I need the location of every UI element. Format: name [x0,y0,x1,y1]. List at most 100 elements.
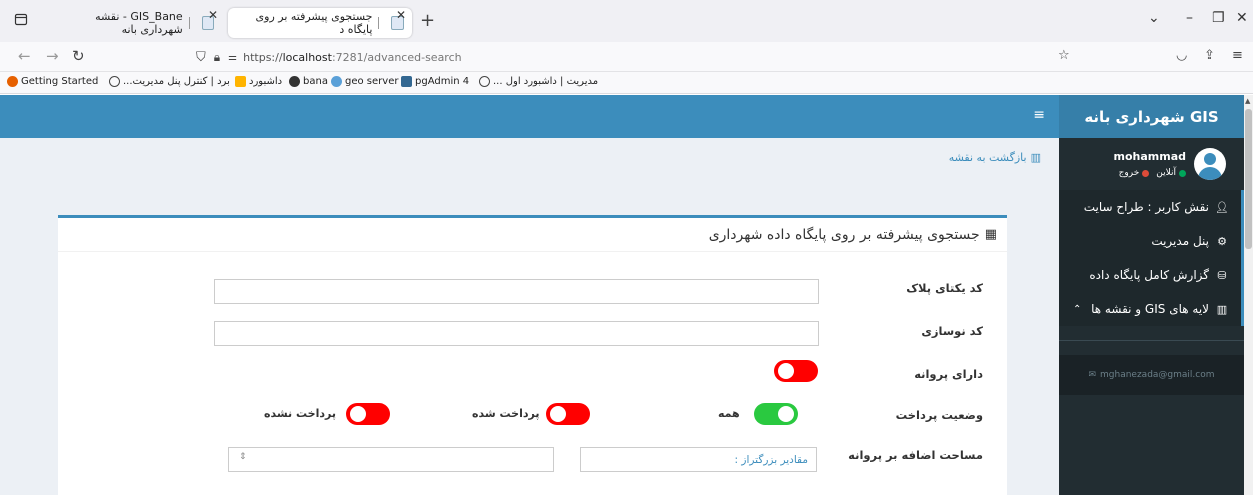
bookmark-control-panel[interactable]: ...برد | کنترل پنل مدیریت [106,76,230,87]
menu-icon[interactable]: ≡ [1232,48,1243,63]
browser-tab-gis[interactable]: GIS_Bane - نقشه شهرداری بانه [42,8,222,38]
sidebar-item-label: گزارش کامل پایگاه داده [1089,268,1209,282]
online-dot-icon [1179,169,1186,177]
bookmarks-bar: Getting Started ...برد | کنترل پنل مدیری… [0,72,1253,94]
url-host: localhost [282,50,332,64]
reload-icon[interactable]: ↻ [72,47,85,65]
grid-icon: ▦ [984,227,997,242]
address-bar[interactable]: ⛉ 🔒︎ ⚌ https:// localhost :7281/advanced… [196,45,1076,69]
sidebar: GIS شهرداری بانه mohammad آنلاین خروج 👤︎… [1059,95,1244,495]
minimize-icon[interactable]: – [1186,10,1193,26]
scroll-thumb[interactable] [1245,109,1252,249]
license-label: دارای پروانه [914,367,983,381]
bookmark-star-icon[interactable]: ☆ [1058,48,1070,63]
restore-icon[interactable]: ❐ [1212,10,1225,26]
pgadmin-icon [401,76,412,87]
email-text: mghanezada@gmail.com [1100,370,1215,380]
share-icon[interactable]: ⇪ [1204,48,1215,63]
payment-unpaid-toggle[interactable] [346,403,390,425]
sidebar-item-label: لایه های GIS و نقشه ها [1091,302,1209,316]
bookmark-first-dashboard[interactable]: ... مدیریت | داشبورد اول [476,76,598,87]
app-header: ≡ [0,95,1059,138]
payment-paid-toggle[interactable] [546,403,590,425]
renovation-code-label: کد نوسازی [921,324,983,338]
browser-navbar: ← → ↻ ⛉ 🔒︎ ⚌ https:// localhost :7281/ad… [0,42,1253,72]
bookmark-label: geo server [345,76,399,87]
avatar [1194,148,1226,180]
user-plus-icon: 👤︎ [1215,200,1229,214]
bookmark-geo-server[interactable]: geo server [328,76,398,87]
payment-status-label: وضعیت پرداخت [895,408,983,422]
chevron-up-icon: ⌃ [1073,303,1082,315]
payment-unpaid-label: پرداخت نشده [264,407,336,420]
sidebar-toggle-icon[interactable]: ≡ [1033,107,1045,123]
extra-area-number-input[interactable]: ⇕ [228,447,554,472]
sidebar-item-user-role[interactable]: 👤︎ نقش کاربر : طراح سایت [1059,190,1241,224]
sidebar-divider [1059,340,1244,341]
payment-paid-label: پرداخت شده [472,407,540,420]
close-tab-icon[interactable]: ✕ [208,8,218,22]
map-icon: ▥ [1030,151,1041,164]
shield-icon: ⛉ [196,49,206,65]
plate-code-input[interactable] [214,279,819,304]
scroll-up-icon[interactable]: ▲ [1245,97,1250,105]
globe-icon [109,76,120,87]
page-scrollbar[interactable]: ▲ [1244,95,1253,495]
url-scheme: https:// [243,50,283,64]
tab-title: جستجوی پیشرفته بر روی پایگاه د [255,10,373,36]
chevron-down-icon[interactable]: ⌄ [1148,10,1160,26]
bookmark-label: داشبورد [249,76,283,87]
payment-all-toggle[interactable] [754,403,798,425]
bookmark-getting-started[interactable]: Getting Started [4,76,98,87]
box-header: ▦ جستجوی پیشرفته بر روی پایگاه داده شهرد… [58,218,1007,252]
extra-area-placeholder: مقادیر بزرگتراز : [734,453,808,466]
sidebar-item-database-report[interactable]: ⛁ گزارش کامل پایگاه داده [1059,258,1241,292]
database-icon: ⛁ [1217,268,1227,282]
bana-icon [289,76,300,87]
plate-code-label: کد یکتای پلاک [906,281,983,295]
back-arrow-icon[interactable]: ← [18,47,31,65]
extra-area-label: مساحت اضافه بر پروانه [848,448,983,462]
firefox-icon [7,76,18,87]
bookmark-label: pgAdmin 4 [415,76,470,87]
bookmark-label: ... مدیریت | داشبورد اول [493,76,599,87]
sidebar-email: ✉ mghanezada@gmail.com [1059,355,1244,395]
extra-area-min-input[interactable]: مقادیر بزرگتراز : [580,447,817,472]
geoserver-icon [331,76,342,87]
logout-dot-icon [1142,169,1150,177]
dashboard-icon [235,76,246,87]
url-path: :7281/advanced-search [331,50,462,64]
logout-link[interactable]: خروج [1119,168,1140,178]
sidebar-item-label: نقش کاربر : طراح سایت [1083,200,1209,214]
bookmark-pgadmin[interactable]: pgAdmin 4 [398,76,469,87]
box-title: جستجوی پیشرفته بر روی پایگاه داده شهردار… [708,226,980,243]
back-to-map-link[interactable]: ▥ بازگشت به نقشه [949,151,1041,164]
payment-all-label: همه [718,407,740,420]
bookmark-bana[interactable]: bana [286,76,328,87]
pocket-icon[interactable]: ◡ [1176,48,1187,63]
map-icon: ▥ [1216,302,1228,316]
user-status: آنلاین خروج [1119,168,1186,178]
forward-arrow-icon[interactable]: → [46,47,59,65]
number-spinner-icon[interactable]: ⇕ [239,452,247,462]
tab-list-icon[interactable] [14,12,30,28]
close-window-icon[interactable]: ✕ [1236,10,1248,26]
browser-tab-active[interactable]: جستجوی پیشرفته بر روی پایگاه د [228,8,412,38]
user-panel: mohammad آنلاین خروج [1059,138,1244,190]
bookmark-label: Getting Started [21,76,99,87]
bookmark-label: ...برد | کنترل پنل مدیریت [123,76,230,87]
new-tab-icon[interactable]: + [420,10,435,31]
user-name: mohammad [1113,150,1187,163]
close-tab-icon[interactable]: ✕ [396,8,406,22]
renovation-code-input[interactable] [214,321,819,346]
tab-title: GIS_Bane - نقشه شهرداری بانه [95,10,183,36]
lock-icon: 🔒︎ [213,49,221,64]
sidebar-item-admin-panel[interactable]: ⚙ پنل مدیریت [1059,224,1241,258]
app-container: ≡ GIS شهرداری بانه mohammad آنلاین خروج … [0,95,1253,495]
sidebar-item-gis-layers[interactable]: ▥ لایه های GIS و نقشه ها ⌃ [1059,292,1241,326]
bookmark-dashboard[interactable]: داشبورد [232,76,282,87]
gears-icon: ⚙ [1217,234,1227,248]
brand-title[interactable]: GIS شهرداری بانه [1059,95,1244,138]
browser-tabbar: GIS_Bane - نقشه شهرداری بانه ✕ جستجوی پی… [0,0,1253,42]
license-toggle[interactable] [774,360,818,382]
